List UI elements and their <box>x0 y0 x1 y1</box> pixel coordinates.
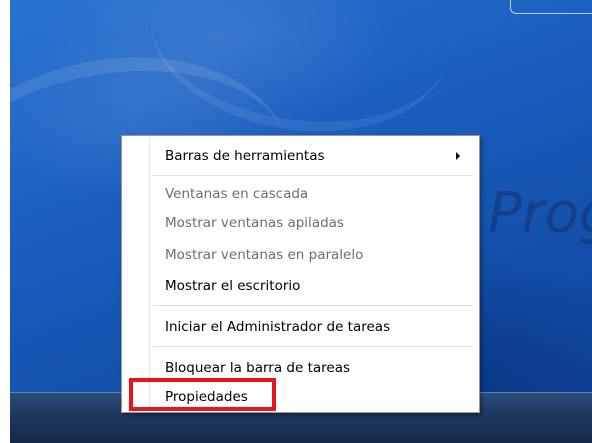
menu-item-label: Mostrar ventanas en paralelo <box>165 247 364 263</box>
menu-item-show-desktop[interactable]: Mostrar el escritorio <box>125 273 476 299</box>
menu-item-label: Iniciar el Administrador de tareas <box>165 319 391 335</box>
menu-separator <box>153 175 473 177</box>
menu-item-toolbars[interactable]: Barras de herramientas <box>125 143 476 169</box>
properties-highlight-box <box>129 378 276 411</box>
menu-item-start-task-manager[interactable]: Iniciar el Administrador de tareas <box>125 314 476 340</box>
taskbar-context-menu: Barras de herramientas Ventanas en casca… <box>121 135 480 413</box>
window-corner-frame <box>510 0 592 14</box>
menu-item-label: Mostrar el escritorio <box>165 278 301 294</box>
menu-separator <box>153 346 473 348</box>
menu-item-cascade-windows: Ventanas en cascada <box>125 181 476 207</box>
menu-item-label: Mostrar ventanas apiladas <box>165 215 344 231</box>
menu-item-label: Bloquear la barra de tareas <box>165 360 350 376</box>
menu-item-show-windows-stacked: Mostrar ventanas apiladas <box>125 210 476 236</box>
submenu-arrow-icon <box>456 152 460 160</box>
menu-item-show-windows-side-by-side: Mostrar ventanas en paralelo <box>125 242 476 268</box>
menu-item-label: Barras de herramientas <box>165 148 325 164</box>
wallpaper-logo-text: Prog <box>488 181 592 246</box>
menu-item-label: Ventanas en cascada <box>165 186 309 202</box>
menu-separator <box>153 305 473 307</box>
